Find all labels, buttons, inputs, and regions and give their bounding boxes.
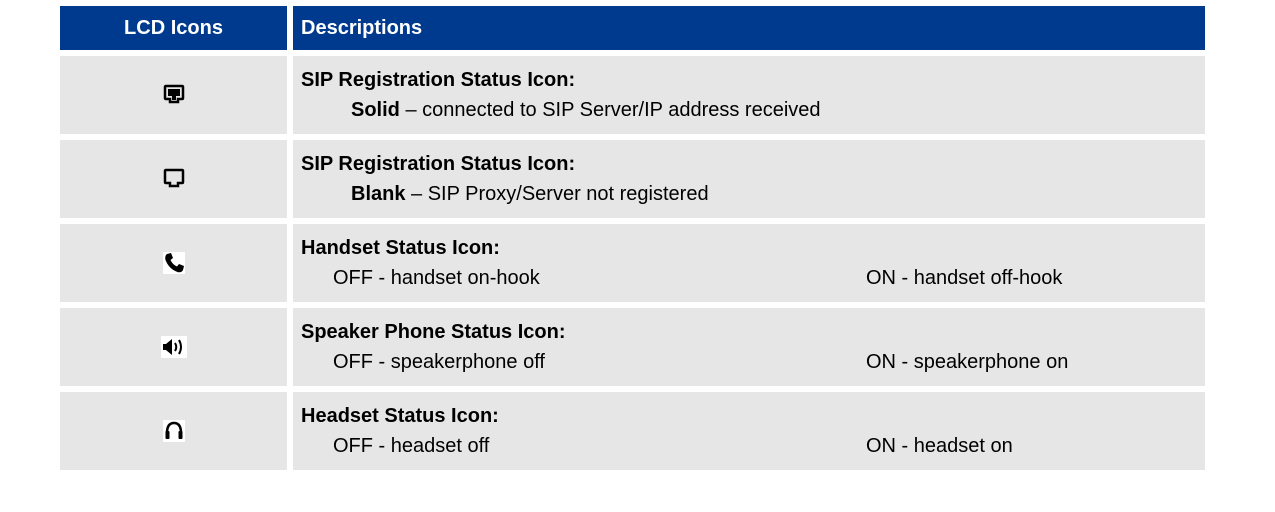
row-detail: OFF - speakerphone off ON - speakerphone… — [301, 347, 1205, 377]
header-lcd-icons: LCD Icons — [60, 6, 287, 50]
state-word: Blank — [351, 183, 406, 205]
sip-blank-icon — [163, 168, 184, 188]
table-row: SIP Registration Status Icon: Solid – co… — [60, 56, 1205, 134]
icon-cell — [60, 140, 287, 218]
lcd-icons-table: LCD Icons Descriptions SIP Registration … — [60, 6, 1205, 476]
row-detail: OFF - handset on-hook ON - handset off-h… — [301, 263, 1205, 293]
headset-icon — [162, 420, 185, 442]
icon-cell — [60, 56, 287, 134]
row-title: Headset Status Icon: — [301, 405, 499, 427]
row-title: SIP Registration Status Icon: — [301, 69, 576, 91]
row-detail: Solid – connected to SIP Server/IP addre… — [301, 95, 1205, 125]
row-title: SIP Registration Status Icon: — [301, 153, 576, 175]
icon-cell — [60, 308, 287, 386]
row-title: Speaker Phone Status Icon: — [301, 321, 566, 343]
description-cell: SIP Registration Status Icon: Blank – SI… — [293, 140, 1205, 218]
table-row: Handset Status Icon: OFF - handset on-ho… — [60, 224, 1205, 302]
icon-cell — [60, 224, 287, 302]
state-text: – SIP Proxy/Server not registered — [405, 183, 709, 205]
description-cell: Headset Status Icon: OFF - headset off O… — [293, 392, 1205, 470]
description-cell: Speaker Phone Status Icon: OFF - speaker… — [293, 308, 1205, 386]
off-text: OFF - headset off — [333, 435, 490, 457]
table-row: SIP Registration Status Icon: Blank – SI… — [60, 140, 1205, 218]
header-descriptions: Descriptions — [293, 6, 1205, 50]
row-title: Handset Status Icon: — [301, 237, 500, 259]
sip-solid-icon — [163, 84, 184, 104]
on-text: ON - handset off-hook — [866, 267, 1063, 289]
off-text: OFF - handset on-hook — [333, 267, 540, 289]
state-word: Solid — [351, 99, 400, 121]
handset-icon — [162, 252, 185, 274]
description-cell: Handset Status Icon: OFF - handset on-ho… — [293, 224, 1205, 302]
description-cell: SIP Registration Status Icon: Solid – co… — [293, 56, 1205, 134]
table-row: Headset Status Icon: OFF - headset off O… — [60, 392, 1205, 470]
icon-cell — [60, 392, 287, 470]
row-detail: Blank – SIP Proxy/Server not registered — [301, 179, 1205, 209]
off-text: OFF - speakerphone off — [333, 351, 545, 373]
table-header: LCD Icons Descriptions — [60, 6, 1205, 50]
speaker-icon — [160, 336, 187, 358]
row-detail: OFF - headset off ON - headset on — [301, 431, 1205, 461]
on-text: ON - speakerphone on — [866, 351, 1069, 373]
state-text: – connected to SIP Server/IP address rec… — [399, 99, 821, 121]
table-row: Speaker Phone Status Icon: OFF - speaker… — [60, 308, 1205, 386]
on-text: ON - headset on — [866, 435, 1013, 457]
